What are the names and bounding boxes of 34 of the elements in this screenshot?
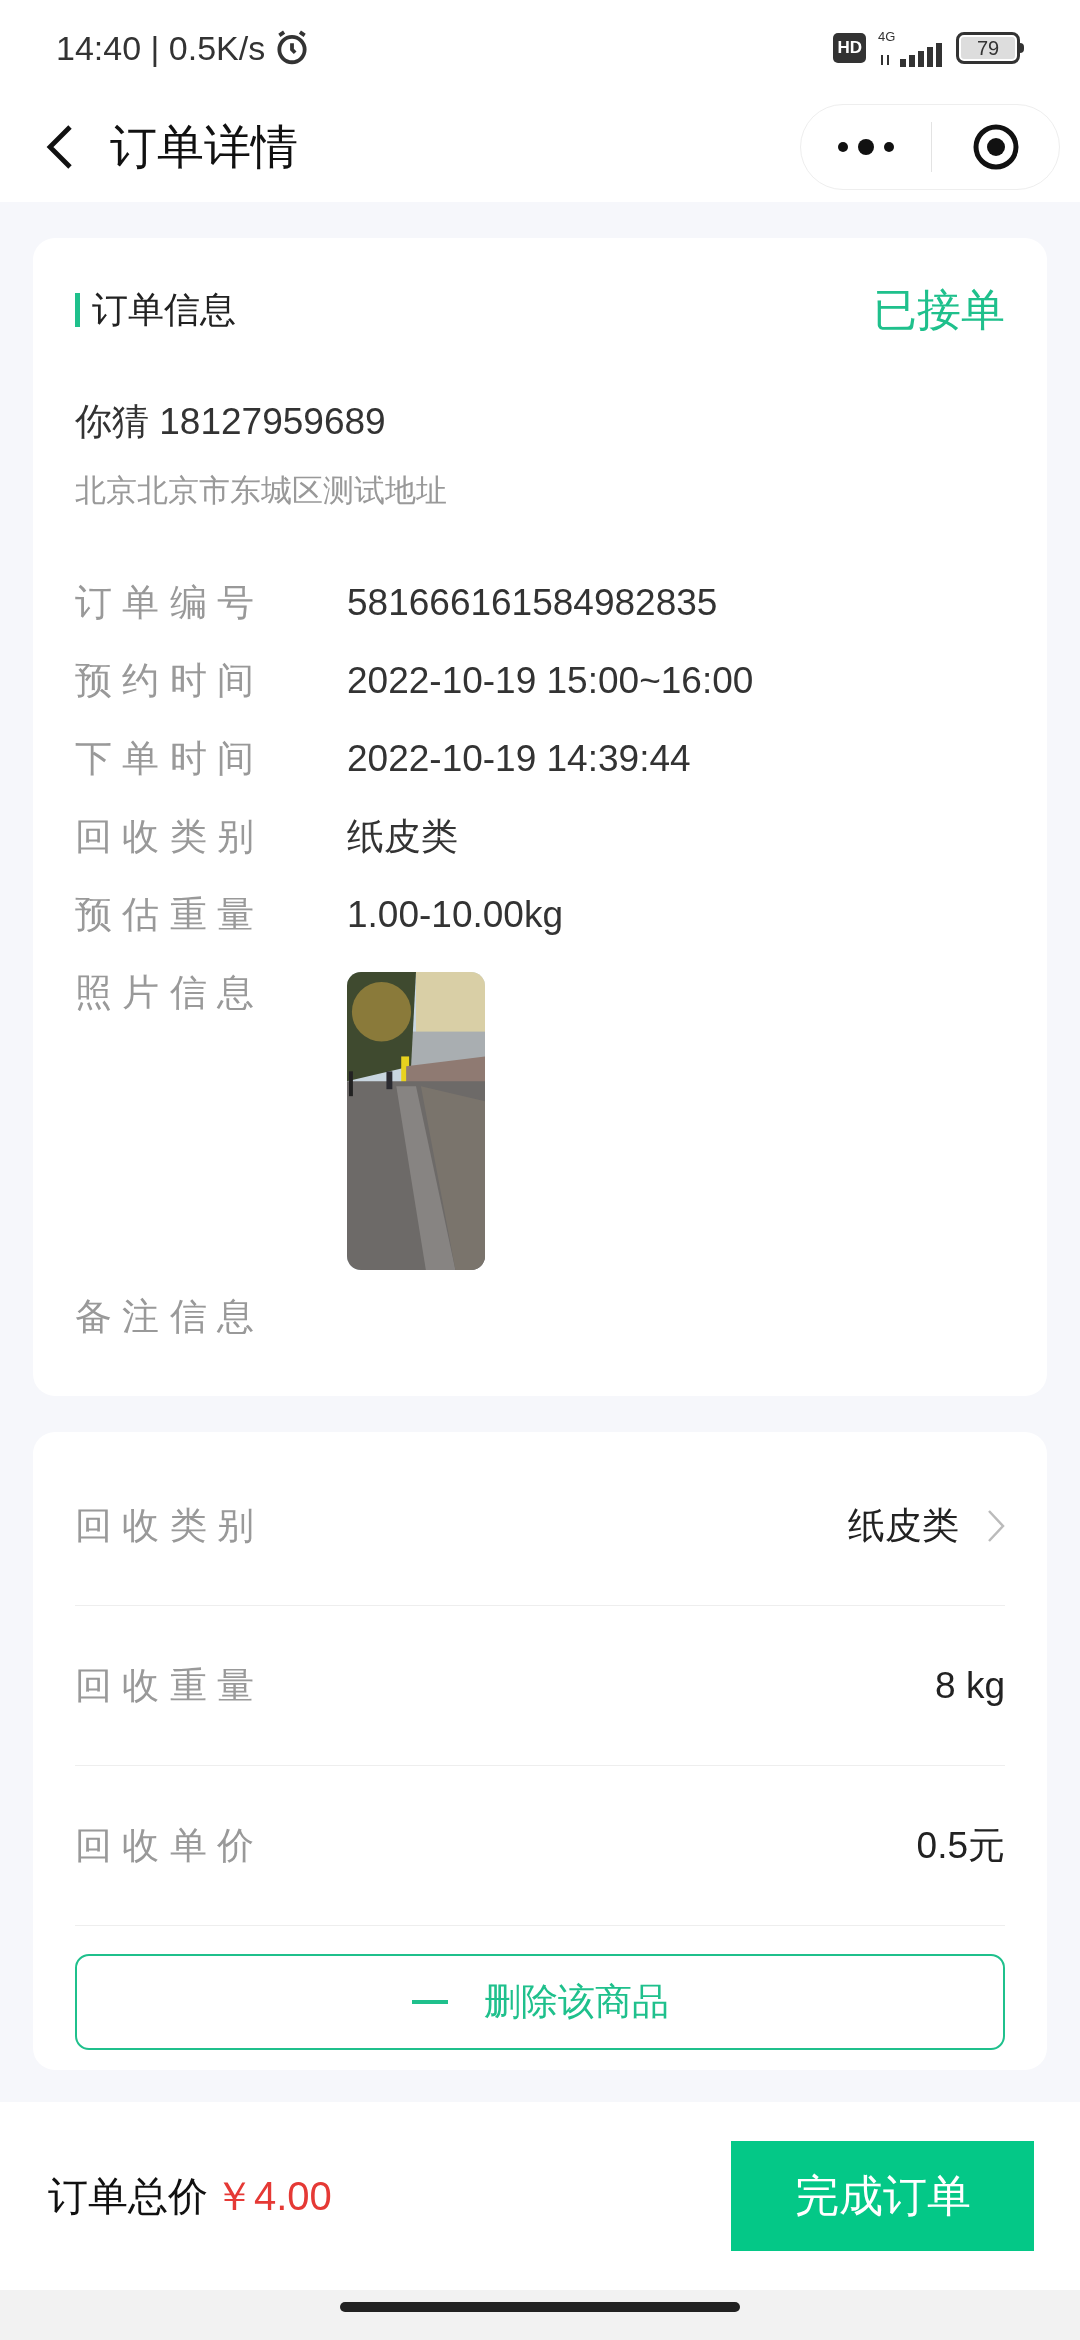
- accent-bar: [75, 293, 80, 327]
- signal-icon: [878, 42, 944, 67]
- field-value: 581666161584982835: [347, 581, 718, 625]
- page-title: 订单详情: [110, 118, 298, 175]
- total-price: ￥4.00: [214, 2173, 332, 2220]
- field-label: 订 单 编 号: [75, 581, 255, 625]
- field-label: 下 单 时 间: [75, 737, 255, 781]
- network-label: 4G: [878, 29, 896, 43]
- minus-icon: [411, 2000, 448, 2004]
- field-label: 预 约 时 间: [75, 659, 255, 703]
- delete-item-button[interactable]: 删除该商品: [75, 1954, 1005, 2050]
- total-label: 订单总价: [48, 2173, 208, 2220]
- item-value: 8 kg: [935, 1663, 1005, 1708]
- hd-badge: HD: [833, 33, 866, 63]
- item-label: 回 收 单 价: [75, 1823, 254, 1868]
- field-label: 照 片 信 息: [75, 971, 255, 1015]
- battery-level: 79: [961, 37, 1015, 59]
- item-label: 回 收 类 别: [75, 1503, 254, 1548]
- item-value: 纸皮类: [848, 1503, 959, 1548]
- item-value: 0.5元: [916, 1823, 1005, 1868]
- field-value: 2022-10-19 14:39:44: [347, 737, 691, 781]
- order-status: 已接单: [873, 284, 1005, 336]
- field-label: 回 收 类 别: [75, 815, 255, 859]
- status-time: 14:40 | 0.5K/s: [56, 27, 266, 69]
- field-label: 预 估 重 量: [75, 893, 255, 937]
- item-label: 回 收 重 量: [75, 1663, 254, 1708]
- contact-info: 你猜 18127959689: [75, 400, 387, 444]
- field-label: 备 注 信 息: [75, 1295, 255, 1339]
- complete-order-button[interactable]: 完成订单: [731, 2141, 1034, 2251]
- field-value: 纸皮类: [347, 815, 458, 859]
- field-value: 2022-10-19 15:00~16:00: [347, 659, 754, 703]
- card-title: 订单信息: [92, 288, 236, 332]
- address: 北京北京市东城区测试地址: [75, 471, 448, 510]
- field-value: 1.00-10.00kg: [347, 893, 563, 937]
